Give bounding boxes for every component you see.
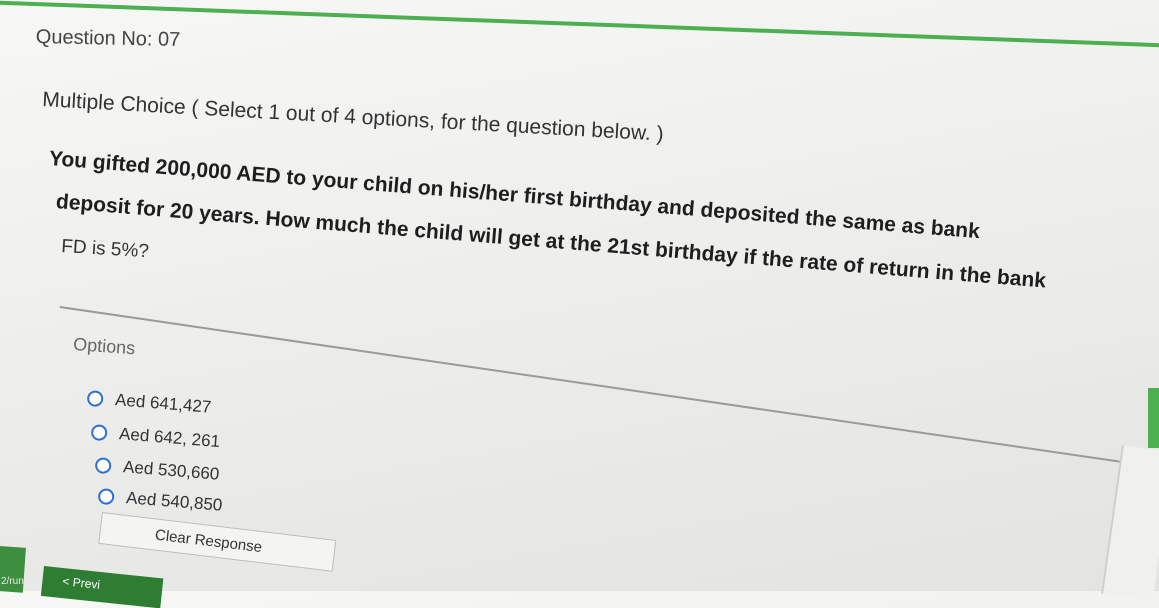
option-label: Aed 530,660 — [122, 457, 221, 484]
option-1[interactable]: Aed 641,427 — [86, 388, 212, 418]
option-2[interactable]: Aed 642, 261 — [90, 422, 221, 452]
question-type-instruction: Multiple Choice ( Select 1 out of 4 opti… — [41, 88, 665, 146]
right-frame-edge — [1101, 445, 1159, 601]
radio-button-icon[interactable] — [97, 487, 115, 506]
option-label: Aed 540,850 — [125, 488, 224, 515]
quiz-screen: Question No: 07 Multiple Choice ( Select… — [0, 0, 1159, 608]
question-number: Question No: 07 — [35, 26, 181, 52]
right-side-tab[interactable] — [1148, 388, 1159, 448]
radio-button-icon[interactable] — [94, 456, 112, 475]
previous-button[interactable]: < Previ — [40, 566, 164, 608]
left-edge-text: 2/run — [1, 576, 24, 587]
option-4[interactable]: Aed 540,850 — [97, 486, 223, 516]
option-3[interactable]: Aed 530,660 — [94, 455, 220, 485]
section-divider — [59, 306, 1134, 465]
radio-button-icon[interactable] — [86, 389, 104, 408]
option-label: Aed 642, 261 — [118, 424, 221, 452]
radio-button-icon[interactable] — [90, 423, 108, 442]
clear-response-button[interactable]: Clear Response — [98, 512, 337, 572]
option-label: Aed 641,427 — [114, 390, 213, 417]
question-text-line-3: FD is 5%? — [60, 236, 150, 263]
options-label: Options — [72, 334, 136, 359]
